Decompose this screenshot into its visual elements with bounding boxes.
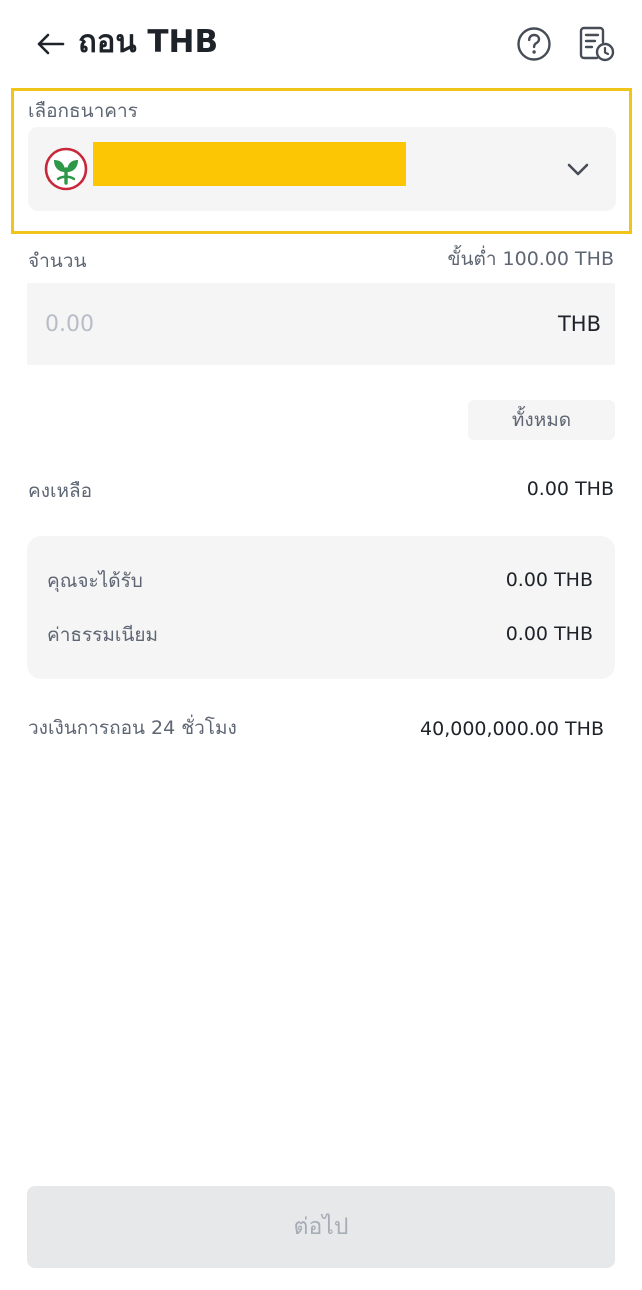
question-circle-icon — [517, 27, 551, 61]
amount-field: THB — [27, 283, 615, 365]
balance-label: คงเหลือ — [28, 480, 93, 502]
amount-input[interactable] — [45, 303, 495, 345]
app-header: ถอน THB — [0, 0, 642, 86]
summary-card: คุณจะได้รับ 0.00 THB ค่าธรรมเนียม 0.00 T… — [27, 536, 615, 679]
help-button[interactable] — [514, 24, 554, 64]
amount-label: จำนวน — [28, 250, 87, 272]
minimum-amount-label: ขั้นต่ำ 100.00 THB — [447, 248, 614, 270]
next-button[interactable]: ต่อไป — [27, 1186, 615, 1268]
max-amount-button[interactable]: ทั้งหมด — [468, 400, 615, 440]
bank-select-dropdown[interactable] — [28, 127, 616, 211]
kasikorn-bank-logo-icon — [44, 147, 88, 191]
back-button[interactable] — [30, 24, 70, 64]
arrow-left-icon — [37, 33, 65, 55]
chevron-down-icon — [567, 163, 589, 176]
withdrawal-limit-value: 40,000,000.00 THB — [420, 718, 604, 740]
receive-amount-value: 0.00 THB — [505, 569, 593, 591]
balance-value: 0.00 THB — [526, 478, 614, 500]
redacted-account-name — [93, 142, 406, 186]
bank-select-label: เลือกธนาคาร — [28, 100, 138, 122]
fee-label: ค่าธรรมเนียม — [47, 624, 159, 646]
fee-value: 0.00 THB — [505, 623, 593, 645]
page-title: ถอน THB — [78, 24, 219, 60]
order-history-button[interactable] — [574, 22, 618, 66]
bank-select-section: เลือกธนาคาร — [11, 88, 632, 234]
amount-currency: THB — [557, 312, 601, 336]
withdrawal-limit-label: วงเงินการถอน 24 ชั่วโมง — [28, 717, 237, 739]
order-history-icon — [579, 26, 615, 62]
receive-amount-label: คุณจะได้รับ — [47, 570, 143, 592]
